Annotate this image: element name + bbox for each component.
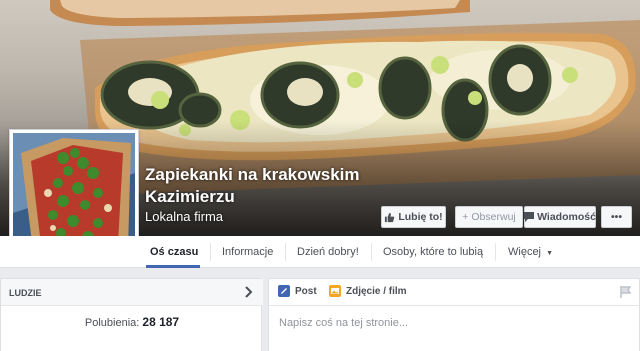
people-header[interactable]: LUDZIE: [1, 279, 263, 306]
people-title: LUDZIE: [9, 288, 42, 298]
people-panel: LUDZIE Polubienia: 28 187: [0, 278, 263, 351]
page-tab-bar: Oś czasu Informacje Dzień dobry! Osoby, …: [0, 236, 640, 268]
tab-more-label: Więcej: [508, 246, 542, 258]
composer-tabs: Post Zdjęcie / film: [269, 279, 640, 306]
tab-more[interactable]: Więcej ▼: [508, 236, 553, 268]
tab-info[interactable]: Informacje: [222, 236, 273, 268]
post-tab-label: Post: [295, 285, 317, 297]
tab-timeline[interactable]: Oś czasu: [150, 236, 198, 268]
page-title[interactable]: Zapiekanki na krakowskim Kazimierzu: [145, 164, 385, 208]
chevron-right-icon[interactable]: [245, 286, 253, 298]
likes-label: Polubienia:: [84, 317, 140, 329]
more-options-button[interactable]: •••: [601, 206, 632, 228]
message-icon: [524, 212, 535, 222]
likes-summary: Polubienia: 28 187: [1, 315, 263, 329]
composer-input[interactable]: Napisz coś na tej stronie...: [279, 317, 408, 329]
photo-tab-label: Zdjęcie / film: [346, 285, 407, 297]
tab-divider: [210, 243, 211, 261]
flag-icon[interactable]: [620, 286, 631, 298]
like-button[interactable]: Lubię to!: [381, 206, 446, 228]
ellipsis-icon: •••: [610, 211, 623, 223]
follow-button[interactable]: + Obserwuj: [455, 206, 523, 228]
tab-divider: [495, 243, 496, 261]
likes-count: 28 187: [142, 315, 180, 329]
thumbs-up-icon: [385, 212, 395, 222]
tab-divider: [285, 243, 286, 261]
tab-people-who-like[interactable]: Osoby, które to lubią: [383, 236, 483, 268]
caret-down-icon: ▼: [546, 250, 554, 257]
facebook-page: Zapiekanki na krakowskim Kazimierzu Loka…: [0, 0, 640, 351]
plus-icon: +: [462, 211, 469, 223]
composer-tab-photo[interactable]: Zdjęcie / film: [329, 285, 407, 297]
friends-like-line: [9, 346, 249, 351]
tab-divider: [371, 243, 372, 261]
composer-tab-post[interactable]: Post: [278, 285, 317, 297]
follow-label: Obserwuj: [471, 211, 516, 223]
active-tab-indicator: [146, 265, 200, 268]
message-label: Wiadomość: [537, 211, 596, 223]
post-composer: Post Zdjęcie / film Napisz coś na tej st…: [268, 278, 640, 351]
tab-hello[interactable]: Dzień dobry!: [297, 236, 359, 268]
pencil-icon: [278, 285, 290, 297]
photo-icon: [329, 285, 341, 297]
like-label: Lubię to!: [398, 211, 443, 223]
message-button[interactable]: Wiadomość: [524, 206, 596, 228]
page-category[interactable]: Lokalna firma: [145, 209, 223, 224]
